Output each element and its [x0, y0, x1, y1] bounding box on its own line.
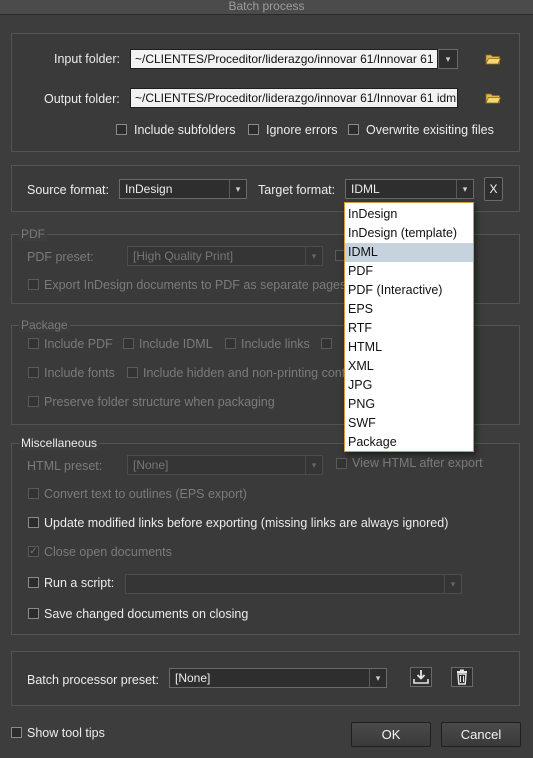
overwrite-label: Overwrite exisiting files — [366, 123, 494, 137]
source-format-dropdown[interactable]: InDesign ▾ — [119, 179, 247, 199]
folder-icon[interactable] — [485, 53, 501, 65]
target-format-option[interactable]: RTF — [345, 319, 473, 338]
target-format-value: IDML — [351, 182, 380, 196]
chevron-down-icon: ▾ — [229, 180, 246, 198]
cancel-button[interactable]: Cancel — [441, 722, 521, 747]
include-idml-checkbox[interactable] — [123, 338, 134, 349]
save-docs-label: Save changed documents on closing — [44, 607, 249, 621]
chevron-down-icon: ▾ — [305, 456, 322, 474]
pdf-preset-value: [High Quality Print] — [133, 249, 234, 263]
pdf-section-title: PDF — [19, 227, 47, 241]
convert-outlines-checkbox[interactable] — [28, 488, 39, 499]
input-folder-field[interactable]: ~/CLIENTES/Proceditor/liderazgo/innovar … — [130, 49, 438, 69]
target-format-option[interactable]: IDML — [345, 243, 473, 262]
target-format-menu: InDesign InDesign (template) IDML PDF PDF (I… — [344, 202, 474, 452]
run-script-dropdown[interactable]: ▾ — [125, 574, 462, 594]
batch-preset-label: Batch processor preset: — [27, 673, 160, 687]
target-format-option[interactable]: XML — [345, 357, 473, 376]
chevron-down-icon: ▾ — [369, 669, 386, 687]
preserve-structure-checkbox[interactable] — [28, 396, 39, 407]
html-preset-label: HTML preset: — [27, 459, 103, 473]
include-pdf-label: Include PDF — [44, 337, 113, 351]
run-script-checkbox[interactable] — [28, 577, 39, 588]
target-format-option[interactable]: HTML — [345, 338, 473, 357]
include-idml-label: Include IDML — [139, 337, 213, 351]
output-folder-label: Output folder: — [44, 92, 120, 106]
pdf-preset-label: PDF preset: — [27, 250, 94, 264]
include-hidden-label: Include hidden and non-printing cont — [143, 366, 346, 380]
delete-preset-button[interactable] — [451, 667, 473, 687]
target-format-option[interactable]: PNG — [345, 395, 473, 414]
view-html-label: View HTML after export — [352, 456, 483, 470]
target-format-option[interactable]: PDF — [345, 262, 473, 281]
chevron-down-icon: ▾ — [456, 180, 473, 198]
target-format-option[interactable]: EPS — [345, 300, 473, 319]
include-fonts-label: Include fonts — [44, 366, 115, 380]
include-links-label: Include links — [241, 337, 310, 351]
folder-icon[interactable] — [485, 92, 501, 104]
output-folder-field[interactable]: ~/CLIENTES/Proceditor/liderazgo/innovar … — [130, 88, 458, 108]
run-script-label: Run a script: — [44, 576, 115, 590]
source-format-value: InDesign — [125, 182, 173, 196]
update-links-label: Update modified links before exporting (… — [44, 516, 449, 530]
convert-outlines-label: Convert text to outlines (EPS export) — [44, 487, 247, 501]
include-pdf-checkbox[interactable] — [28, 338, 39, 349]
batch-preset-dropdown[interactable]: [None] ▾ — [169, 668, 387, 688]
include-fonts-checkbox[interactable] — [28, 367, 39, 378]
export-separate-pages-label: Export InDesign documents to PDF as sepa… — [44, 278, 347, 292]
close-docs-label: Close open documents — [44, 545, 172, 559]
package-section-title: Package — [19, 318, 70, 332]
overwrite-checkbox[interactable] — [348, 124, 359, 135]
input-folder-history-dropdown[interactable]: ▾ — [438, 49, 458, 69]
target-format-option[interactable]: SWF — [345, 414, 473, 433]
include-hidden-checkbox[interactable] — [127, 367, 138, 378]
target-format-option[interactable]: JPG — [345, 376, 473, 395]
misc-section-title: Miscellaneous — [19, 436, 100, 450]
ignore-errors-label: Ignore errors — [266, 123, 338, 137]
ignore-errors-checkbox[interactable] — [248, 124, 259, 135]
source-format-label: Source format: — [27, 183, 109, 197]
update-links-checkbox[interactable] — [28, 517, 39, 528]
view-html-checkbox[interactable] — [336, 458, 347, 469]
ok-button[interactable]: OK — [351, 722, 431, 747]
save-preset-button[interactable] — [410, 667, 432, 687]
window-title: Batch process — [0, 0, 533, 15]
html-preset-value: [None] — [133, 458, 169, 472]
close-docs-checkbox[interactable]: ✓ — [28, 546, 39, 557]
input-folder-label: Input folder: — [54, 52, 121, 66]
pdf-preset-dropdown[interactable]: [High Quality Print] ▾ — [127, 246, 323, 266]
target-format-option[interactable]: InDesign — [345, 205, 473, 224]
html-preset-dropdown[interactable]: [None] ▾ — [127, 455, 323, 475]
target-format-option[interactable]: Package — [345, 433, 473, 452]
include-subfolders-checkbox[interactable] — [116, 124, 127, 135]
target-format-dropdown[interactable]: IDML ▾ — [345, 179, 474, 199]
chevron-down-icon: ▾ — [445, 54, 451, 64]
download-icon — [413, 670, 429, 684]
export-separate-pages-checkbox[interactable] — [28, 279, 39, 290]
chevron-down-icon: ▾ — [444, 575, 461, 593]
save-docs-checkbox[interactable] — [28, 608, 39, 619]
batch-preset-value: [None] — [175, 671, 211, 685]
preserve-structure-label: Preserve folder structure when packaging — [44, 395, 275, 409]
target-format-label: Target format: — [258, 183, 336, 197]
show-tips-label: Show tool tips — [27, 726, 105, 740]
include-subfolders-label: Include subfolders — [134, 123, 236, 137]
target-format-option[interactable]: InDesign (template) — [345, 224, 473, 243]
chevron-down-icon: ▾ — [305, 247, 322, 265]
clear-target-button[interactable]: X — [484, 177, 503, 201]
show-tips-checkbox[interactable] — [11, 727, 22, 738]
package-extra-checkbox[interactable] — [321, 338, 332, 349]
include-links-checkbox[interactable] — [225, 338, 236, 349]
trash-icon — [457, 669, 467, 685]
target-format-option[interactable]: PDF (Interactive) — [345, 281, 473, 300]
